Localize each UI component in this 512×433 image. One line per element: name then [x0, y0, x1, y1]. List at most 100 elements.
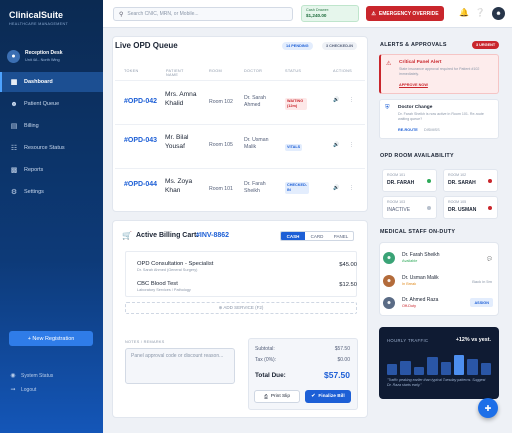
sidebar-item-resource-status[interactable]: ☷ Resource Status [0, 138, 103, 158]
print-label: Print Slip [270, 394, 291, 399]
traffic-bar-chart [387, 351, 491, 375]
tab-cash[interactable]: CASH [281, 232, 305, 240]
more-icon[interactable]: ⋮ [349, 185, 354, 191]
traffic-bar [387, 364, 398, 375]
printer-icon: ⎙ [263, 394, 268, 400]
table-row[interactable]: #OPD-043 Mr. Bilal Yousaf Room 105 Dr. U… [115, 124, 365, 168]
room-card[interactable]: ROOM 103 INACTIVE [382, 196, 437, 219]
search-input[interactable]: ⚲ Search CNIC, MRN, or Mobile... [113, 7, 293, 21]
col-patient: PATIENT NAME [166, 69, 184, 77]
doctor-change-title: Doctor Change [398, 105, 433, 110]
critical-alert-title: Critical Panel Alert [399, 60, 442, 65]
rooms-title: OPD ROOM AVAILABILITY [380, 153, 454, 159]
finalize-bill-button[interactable]: ✔ Finalize Bill [305, 390, 351, 403]
room-card[interactable]: ROOM 105 DR. USMAN [443, 196, 498, 219]
add-service-button[interactable]: ⊕ ADD SERVICE (F2) [125, 302, 357, 314]
tab-card[interactable]: CARD [305, 232, 329, 240]
emergency-override-button[interactable]: ⚠ EMERGENCY OVERRIDE [366, 6, 444, 21]
reroute-link[interactable]: RE-ROUTE [398, 128, 418, 132]
bill-item-sub: Dr. Sarah Ahmed (General Surgery) [137, 268, 198, 272]
approve-now-link[interactable]: APPROVE NOW [399, 83, 428, 87]
room-doctor: DR. FARAH [387, 180, 415, 186]
add-user-button[interactable]: ✚ [478, 398, 498, 418]
system-status-link[interactable]: ◉ System Status [9, 372, 53, 380]
col-doctor: DOCTOR [244, 69, 263, 73]
topbar: ⚲ Search CNIC, MRN, or Mobile... Cash Dr… [103, 0, 512, 28]
people-icon: ☻ [10, 100, 18, 108]
finalize-label: Finalize Bill [318, 394, 345, 399]
help-icon[interactable]: ❔ [475, 8, 485, 17]
room: Room 101 [209, 186, 233, 192]
subtotal-label: Subtotal: [255, 346, 275, 352]
cash-drawer-badge: Cash Drawer: $1,240.00 [301, 5, 359, 22]
status-dot [427, 206, 431, 210]
announce-icon[interactable]: 🔊 [333, 185, 339, 191]
staff-row[interactable]: ☻ Dr. Usman Malik In Break Back in 5m [383, 272, 495, 292]
dismiss-link[interactable]: DISMISS [424, 128, 440, 132]
room-number: ROOM 102 [448, 173, 467, 177]
staff-row[interactable]: ☻ Dr. Farah Sheikh Available 💬 [383, 249, 495, 269]
avatar: ☻ [383, 252, 395, 264]
staff-row[interactable]: ☻ Dr. Ahmed Raza Off-Duty ASSIGN [383, 294, 495, 314]
traffic-bar [440, 361, 451, 375]
alerts-title: ALERTS & APPROVALS [380, 42, 447, 48]
print-slip-button[interactable]: ⎙ Print Slip [254, 390, 300, 403]
new-registration-button[interactable]: + New Registration [9, 331, 93, 346]
brand-name: ClinicalSuite [9, 10, 64, 20]
sidebar: ClinicalSuite HEALTHCARE MANAGEMENT ● Re… [0, 0, 103, 433]
user-avatar-icon: ● [7, 49, 20, 63]
billing-title: Active Billing Cart: [136, 232, 199, 239]
pending-badge: 14 PENDING [282, 42, 313, 50]
traffic-insight: "Traffic peaking earlier than typical Tu… [387, 378, 486, 387]
col-status: STATUS [285, 69, 302, 73]
room-number: ROOM 105 [448, 200, 467, 204]
room-card[interactable]: ROOM 102 DR. SARAH [443, 169, 498, 192]
patient-name: Ms. Zoya Khan [165, 178, 193, 194]
receipt-icon: ▤ [10, 123, 18, 130]
status-dot [427, 179, 431, 183]
avatar: ☻ [383, 297, 395, 309]
tax-value: $0.00 [337, 357, 350, 363]
sidebar-item-label: Settings [24, 189, 44, 195]
sidebar-item-reports[interactable]: ▩ Reports [0, 160, 103, 180]
tab-panel[interactable]: PANEL [329, 232, 353, 240]
col-room: ROOM [209, 69, 223, 73]
table-row[interactable]: #OPD-042 Mrs. Amna Khalid Room 102 Dr. S… [115, 80, 365, 124]
search-placeholder: Search CNIC, MRN, or Mobile... [127, 11, 199, 17]
profile-card[interactable]: ● Reception Desk Unit 4A - North Wing [7, 45, 97, 67]
sidebar-item-dashboard[interactable]: ▦ Dashboard [0, 72, 103, 92]
sidebar-item-label: Resource Status [24, 145, 65, 151]
sidebar-item-settings[interactable]: ⚙ Settings [0, 182, 103, 202]
patient-name: Mr. Bilal Yousaf [165, 134, 189, 150]
bell-icon[interactable]: 🔔 [459, 8, 469, 17]
token: #OPD-042 [124, 98, 158, 105]
logout-icon: ➞ [10, 387, 16, 393]
sidebar-item-patient-queue[interactable]: ☻ Patient Queue [0, 94, 103, 114]
assign-button[interactable]: ASSIGN [470, 298, 493, 307]
brand-subtitle: HEALTHCARE MANAGEMENT [9, 22, 69, 26]
status-icon: ◉ [10, 373, 16, 379]
critical-alert-text: State insurance approval required for Pa… [399, 67, 480, 76]
bill-item-name: CBC Blood Test [137, 281, 178, 287]
traffic-bar [480, 363, 491, 375]
chat-icon[interactable]: 💬 [487, 256, 492, 261]
table-row[interactable]: #OPD-044 Ms. Zoya Khan Room 101 Dr. Fara… [115, 168, 365, 212]
patient-name: Mrs. Amna Khalid [165, 91, 197, 107]
more-icon[interactable]: ⋮ [349, 142, 354, 148]
room-card[interactable]: ROOM 101 DR. FARAH [382, 169, 437, 192]
logout-link[interactable]: ➞ Logout [9, 386, 36, 394]
sidebar-item-label: Billing [24, 123, 39, 129]
token: #OPD-043 [124, 137, 158, 144]
profile-role: Unit 4A - North Wing [25, 58, 60, 62]
announce-icon[interactable]: 🔊 [333, 142, 339, 148]
traffic-change: +12% vs yest. [455, 337, 491, 343]
sidebar-item-label: Reports [24, 167, 44, 173]
sidebar-item-billing[interactable]: ▤ Billing [0, 116, 103, 136]
announce-icon[interactable]: 🔊 [333, 97, 339, 103]
urgent-badge: 3 URGENT [472, 41, 500, 49]
notes-input[interactable]: Panel approval code or discount reason..… [125, 348, 235, 384]
opd-queue-title: Live OPD Queue [115, 41, 178, 50]
user-avatar[interactable]: ☻ [492, 7, 505, 20]
cash-drawer-value: $1,240.00 [306, 13, 327, 18]
more-icon[interactable]: ⋮ [349, 97, 354, 103]
